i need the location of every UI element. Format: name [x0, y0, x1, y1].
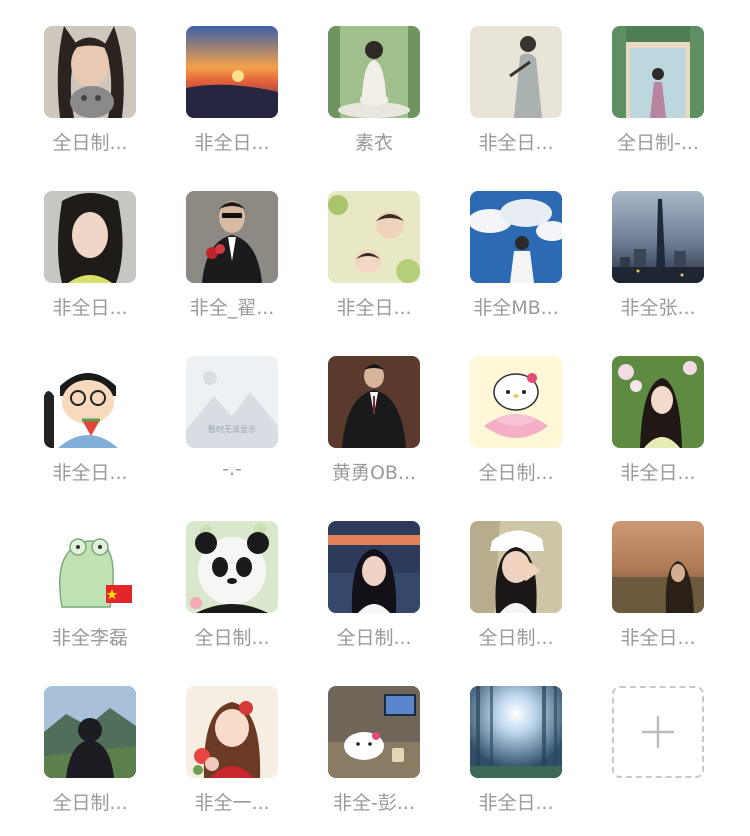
- avatar[interactable]: [470, 356, 562, 448]
- member-name: 非全日...: [52, 462, 128, 484]
- avatar[interactable]: [612, 191, 704, 283]
- avatar[interactable]: [44, 26, 136, 118]
- avatar[interactable]: [612, 356, 704, 448]
- member-name: 非全李磊: [51, 627, 128, 649]
- avatar[interactable]: [328, 26, 420, 118]
- member-tile[interactable]: 非全-彭...: [314, 686, 434, 836]
- avatar[interactable]: [328, 521, 420, 613]
- member-tile[interactable]: 非全日...: [456, 686, 576, 836]
- member-tile[interactable]: 非全日...: [314, 191, 434, 341]
- avatar[interactable]: [470, 191, 562, 283]
- member-name: 非全张...: [620, 297, 696, 319]
- member-name: 全日制...: [52, 792, 128, 814]
- member-tile[interactable]: 非全日...: [598, 356, 718, 506]
- member-tile[interactable]: 非全日...: [456, 26, 576, 176]
- member-name: 非全日...: [478, 792, 554, 814]
- member-name: 非全_翟...: [189, 297, 275, 319]
- member-tile[interactable]: 全日制...: [314, 521, 434, 671]
- member-name: 全日制...: [194, 627, 270, 649]
- member-tile[interactable]: 非全一...: [172, 686, 292, 836]
- avatar[interactable]: [612, 521, 704, 613]
- avatar[interactable]: [186, 26, 278, 118]
- member-name: -.-: [222, 458, 242, 480]
- member-tile[interactable]: 全日制...: [456, 356, 576, 506]
- member-tile[interactable]: 全日制-...: [598, 26, 718, 176]
- member-name: 全日制...: [478, 627, 554, 649]
- avatar[interactable]: [612, 26, 704, 118]
- placeholder-text: 暂时无法显示: [208, 424, 256, 434]
- member-tile[interactable]: 非全日...: [172, 26, 292, 176]
- avatar[interactable]: [470, 686, 562, 778]
- member-name: 全日制...: [336, 627, 412, 649]
- avatar[interactable]: [44, 356, 136, 448]
- member-name: 全日制...: [478, 462, 554, 484]
- avatar[interactable]: [328, 356, 420, 448]
- member-name: 全日制-...: [617, 132, 699, 154]
- member-tile[interactable]: 素衣: [314, 26, 434, 176]
- avatar[interactable]: [470, 26, 562, 118]
- member-name: 非全MB...: [473, 297, 559, 319]
- member-name: 全日制...: [52, 132, 128, 154]
- member-tile[interactable]: 暂时无法显示 -.-: [172, 356, 292, 506]
- member-name: 非全-彭...: [333, 792, 415, 814]
- avatar[interactable]: [186, 191, 278, 283]
- plus-icon: [642, 716, 674, 748]
- member-name: 非全日...: [478, 132, 554, 154]
- avatar[interactable]: 暂时无法显示: [186, 356, 278, 448]
- add-member-button[interactable]: [612, 686, 704, 778]
- member-tile[interactable]: 非全日...: [30, 191, 150, 341]
- member-tile[interactable]: 全日制...: [30, 686, 150, 836]
- member-tile[interactable]: 非全MB...: [456, 191, 576, 341]
- member-tile[interactable]: 黄勇OB...: [314, 356, 434, 506]
- member-tile[interactable]: 非全_翟...: [172, 191, 292, 341]
- avatar[interactable]: [44, 686, 136, 778]
- member-tile[interactable]: 全日制...: [456, 521, 576, 671]
- member-tile[interactable]: 非全日...: [598, 521, 718, 671]
- avatar[interactable]: [186, 686, 278, 778]
- avatar[interactable]: [44, 191, 136, 283]
- member-name: 非全日...: [52, 297, 128, 319]
- add-member-tile[interactable]: [598, 686, 718, 836]
- member-name: 非全日...: [620, 462, 696, 484]
- member-tile[interactable]: 非全李磊: [30, 521, 150, 671]
- avatar[interactable]: [328, 686, 420, 778]
- member-name: 非全日...: [620, 627, 696, 649]
- avatar[interactable]: [44, 521, 136, 613]
- avatar[interactable]: [470, 521, 562, 613]
- member-name: 非全日...: [336, 297, 412, 319]
- member-tile[interactable]: 非全日...: [30, 356, 150, 506]
- member-name: 非全一...: [194, 792, 270, 814]
- member-name: 黄勇OB...: [331, 462, 417, 484]
- member-name: 素衣: [354, 132, 393, 154]
- avatar[interactable]: [328, 191, 420, 283]
- member-tile[interactable]: 全日制...: [172, 521, 292, 671]
- member-tile[interactable]: 非全张...: [598, 191, 718, 341]
- member-name: 非全日...: [194, 132, 270, 154]
- member-tile[interactable]: 全日制...: [30, 26, 150, 176]
- member-grid: 全日制... 非全日... 素衣 非全日... 全日制-... 非全日... 非…: [0, 0, 750, 823]
- avatar[interactable]: [186, 521, 278, 613]
